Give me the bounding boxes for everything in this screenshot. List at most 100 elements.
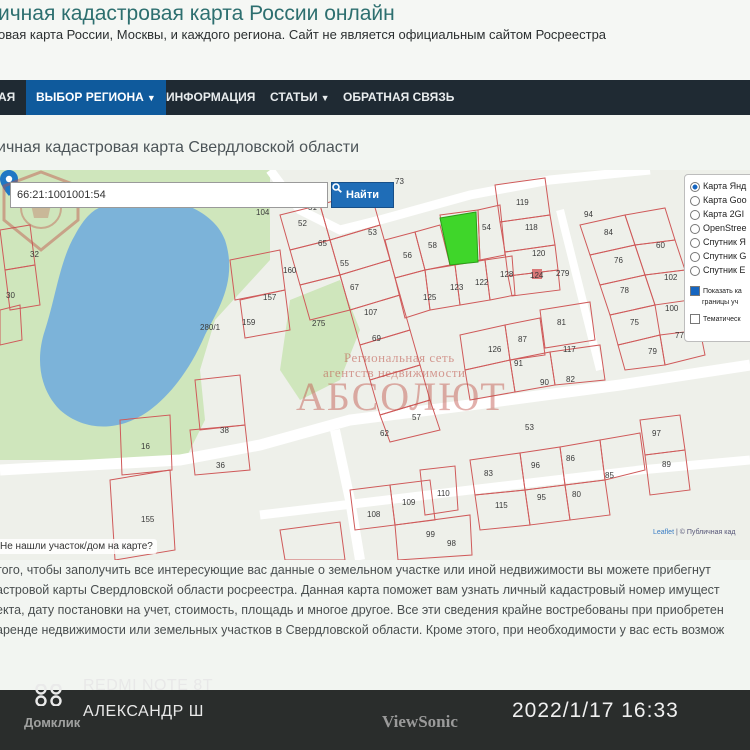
road [330, 428, 365, 560]
checkbox-icon [690, 314, 700, 325]
plot-number-label: 82 [566, 375, 575, 384]
layer-option-2gis-map[interactable]: Карта 2GI [690, 207, 744, 221]
plot-number-label: 52 [298, 219, 307, 228]
site-subtitle: овая карта России, Москвы, и каждого рег… [0, 27, 607, 42]
leaflet-link[interactable]: Leaflet [653, 529, 674, 536]
plot-number-label: 86 [566, 454, 575, 463]
plot-number-label: 275 [312, 319, 326, 328]
plot-number-label: 100 [665, 304, 679, 313]
article-line: того, чтобы заполучить все интересующие … [0, 563, 711, 577]
plot-number-label: 157 [263, 293, 277, 302]
nav-item-info[interactable]: ИНФОРМАЦИЯ [166, 80, 255, 115]
plot-number-label: 83 [484, 469, 493, 478]
cadastral-map[interactable]: 7352511046553555856541191181201242799484… [0, 170, 750, 560]
article-line: аренде недвижимости или земельных участк… [0, 623, 725, 637]
plot-number-label: 108 [367, 510, 381, 519]
plot-number-label: 65 [318, 239, 327, 248]
radio-icon [690, 265, 700, 276]
selected-parcel-highlight[interactable] [439, 211, 479, 266]
plot-number-label: 55 [340, 259, 349, 268]
plot-number-label: 54 [482, 223, 491, 232]
show-borders-label-2: границы уч [702, 299, 739, 306]
plot-number-label: 159 [242, 318, 256, 327]
plot-number-label: 79 [648, 347, 657, 356]
layer-label: Спутник Я [703, 237, 746, 247]
plot-number-label: 128 [500, 270, 514, 279]
plot-number-label: 84 [604, 228, 613, 237]
plot-number-label: 94 [584, 210, 593, 219]
nav-item-feedback[interactable]: ОБРАТНАЯ СВЯЗЬ [343, 80, 454, 115]
camera-watermark-owner: АЛЕКСАНДР Ш [83, 703, 204, 720]
plot-number-label: 90 [540, 378, 549, 387]
search-button-label: Найти [346, 189, 379, 201]
plot-number-label: 95 [537, 493, 546, 502]
radio-icon [690, 223, 700, 234]
layer-option-google-map[interactable]: Карта Goo [690, 193, 747, 207]
nav-item-region-select[interactable]: ВЫБОР РЕГИОНА ▼ [26, 80, 166, 115]
article-line: астровой карты Свердловской области роср… [0, 583, 720, 597]
radio-icon [690, 251, 700, 262]
layer-label: Спутник E [703, 265, 746, 275]
layer-label: Карта Goo [703, 195, 747, 205]
plot-number-label: 78 [620, 286, 629, 295]
plot-number-label: 123 [450, 283, 464, 292]
radio-icon [690, 195, 700, 206]
plot-number-label: 53 [368, 228, 377, 237]
plot-number-label: 73 [395, 177, 404, 186]
photo-timestamp: 2022/1/17 16:33 [512, 699, 679, 722]
plot-number-label: 102 [664, 273, 678, 282]
attribution-text: | © Публичная кад [674, 529, 736, 536]
layer-option-google-satellite[interactable]: Спутник G [690, 249, 746, 263]
plot-number-label: 56 [403, 251, 412, 260]
layer-option-esri-satellite[interactable]: Спутник E [690, 263, 745, 277]
dual-camera-icon [35, 684, 62, 706]
site-title[interactable]: ичная кадастровая карта России онлайн [0, 2, 395, 26]
map-layer-switcher: Карта Янд Карта Goo Карта 2GI OpenStree … [684, 174, 750, 342]
plot-number-label: 125 [423, 293, 437, 302]
plot-number-label: 117 [563, 345, 576, 354]
plot-number-label: 124 [530, 271, 544, 280]
nav-item-home[interactable]: АЯ [0, 80, 15, 115]
plot-number-label: 160 [283, 266, 297, 275]
thematic-checkbox[interactable]: Тематическ [690, 313, 741, 327]
radio-icon [690, 209, 700, 220]
plot-number-label: 80 [572, 490, 581, 499]
cadastral-number-search-input[interactable]: 66:21:1001001:54 [10, 182, 328, 208]
layer-option-yandex-map[interactable]: Карта Янд [690, 179, 746, 193]
domclick-watermark: Домклик [24, 715, 81, 730]
watermark-brand: АБСОЛЮТ [296, 374, 507, 419]
plot-number-label: 97 [652, 429, 661, 438]
plot-number-label: 280/1 [200, 323, 221, 332]
monitor-screen: ичная кадастровая карта России онлайн ов… [0, 0, 750, 690]
monitor-brand-logo: ViewSonic [382, 712, 458, 731]
plot-number-label: 38 [220, 426, 229, 435]
plot-number-label: 85 [605, 471, 614, 480]
plot-number-label: 109 [402, 498, 416, 507]
checkbox-icon [690, 286, 700, 297]
chevron-down-icon: ▼ [146, 93, 156, 103]
plot-number-label: 36 [216, 461, 225, 470]
layer-option-openstreetmap[interactable]: OpenStree [690, 221, 747, 235]
plot-number-label: 76 [614, 256, 623, 265]
plot-number-label: 115 [495, 501, 508, 510]
radio-icon [690, 181, 700, 192]
plot-number-label: 99 [426, 530, 435, 539]
nav-item-region-label: ВЫБОР РЕГИОНА [36, 90, 144, 104]
plot-number-label: 96 [531, 461, 540, 470]
plot-number-label: 279 [556, 269, 570, 278]
layer-option-yandex-satellite[interactable]: Спутник Я [690, 235, 746, 249]
chevron-down-icon: ▼ [320, 93, 330, 103]
page-title: ичная кадастровая карта Свердловской обл… [0, 139, 360, 156]
search-button[interactable]: Найти [331, 182, 394, 208]
parcel-not-found-link[interactable]: Не нашли участок/дом на карте? [0, 539, 157, 554]
thematic-label: Тематическ [703, 316, 741, 323]
plot-number-label: 58 [428, 241, 437, 250]
main-navbar: АЯ ВЫБОР РЕГИОНА ▼ ИНФОРМАЦИЯ СТАТЬИ ▼ ОБР… [0, 80, 750, 115]
layer-label: OpenStree [703, 223, 747, 233]
watermark-line-1: Региональная сеть [344, 350, 455, 365]
plot-number-label: 30 [6, 291, 15, 300]
show-borders-label: Показать ка [703, 288, 742, 295]
nav-item-articles[interactable]: СТАТЬИ ▼ [270, 80, 330, 115]
plot-number-label: 53 [525, 423, 534, 432]
plot-number-label: 119 [516, 198, 529, 207]
